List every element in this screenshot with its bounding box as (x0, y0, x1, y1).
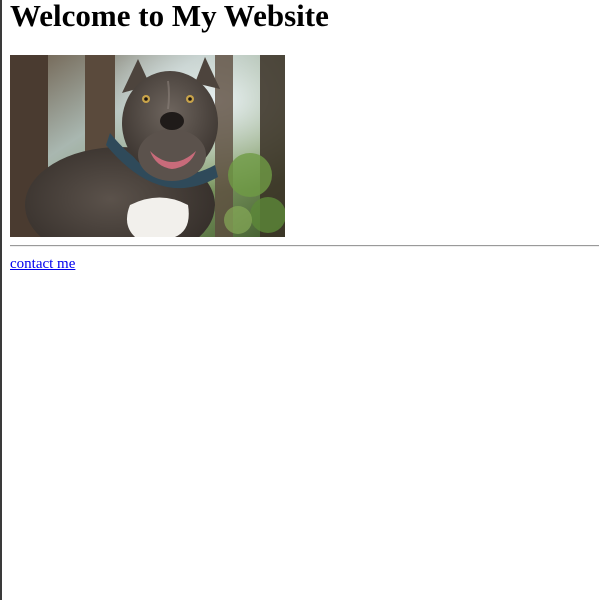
page-content: Welcome to My Website contact me (10, 0, 599, 273)
window-left-edge (0, 0, 2, 600)
dog-photo (10, 55, 285, 237)
horizontal-divider (10, 245, 599, 247)
dog-photo-illustration (10, 55, 285, 237)
contact-me-link[interactable]: contact me (10, 256, 75, 273)
page-title: Welcome to My Website (10, 0, 329, 33)
